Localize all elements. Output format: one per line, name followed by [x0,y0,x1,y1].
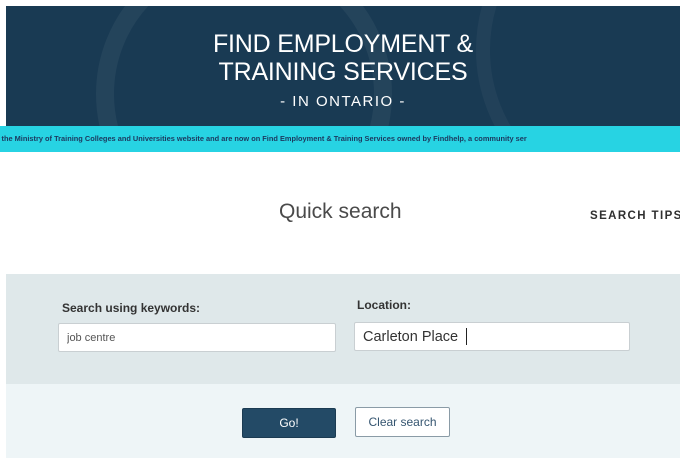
location-input[interactable] [354,322,630,351]
page: FIND EMPLOYMENT & TRAINING SERVICES - IN… [0,0,680,458]
go-button[interactable]: Go! [242,408,336,438]
search-actions-panel [6,384,680,458]
site-header-banner[interactable]: FIND EMPLOYMENT & TRAINING SERVICES - IN… [6,6,680,126]
site-title: FIND EMPLOYMENT & TRAINING SERVICES [212,30,474,86]
keywords-label: Search using keywords: [62,301,201,315]
location-label: Location: [357,298,411,312]
text-cursor [466,328,467,345]
page-title: Quick search [279,200,402,223]
announcement-ticker: t the Ministry of Training Colleges and … [0,126,680,152]
ticker-text: t the Ministry of Training Colleges and … [0,134,527,143]
clear-search-button[interactable]: Clear search [355,407,450,437]
keywords-input[interactable] [58,323,336,352]
search-tips-link[interactable]: SEARCH TIPS [590,210,680,222]
site-subtitle: - IN ONTARIO - [280,93,406,110]
